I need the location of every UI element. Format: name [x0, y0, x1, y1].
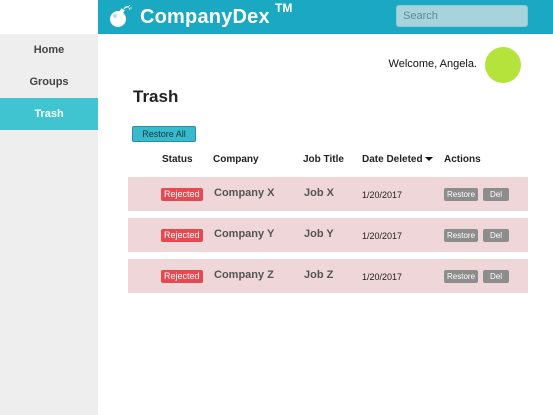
status-badge: Rejected [161, 270, 203, 283]
avatar[interactable] [485, 47, 521, 83]
sidebar-item-label: Groups [29, 76, 69, 88]
delete-button[interactable]: Del [483, 229, 509, 242]
search-input[interactable] [396, 5, 528, 27]
welcome-text: Welcome, Angela. [388, 58, 477, 70]
restore-button[interactable]: Restore [444, 229, 479, 242]
sidebar-item-trash[interactable]: Trash [0, 98, 98, 130]
job-title-cell: Job Y [304, 228, 334, 240]
status-badge: Rejected [161, 188, 203, 201]
column-header-status: Status [162, 154, 193, 165]
job-title-cell: Job X [304, 187, 334, 199]
job-title-cell: Job Z [304, 269, 334, 281]
date-deleted-cell: 1/20/2017 [362, 231, 403, 241]
sidebar-item-home[interactable]: Home [0, 34, 98, 66]
date-deleted-cell: 1/20/2017 [362, 272, 403, 282]
sort-down-icon[interactable] [424, 157, 433, 162]
sidebar: Home Groups Trash [0, 34, 98, 415]
company-cell: Company X [214, 187, 275, 199]
delete-button[interactable]: Del [483, 270, 509, 283]
column-header-label: Date Deleted [362, 154, 423, 165]
table-row: Rejected Company X Job X 1/20/2017 Resto… [128, 177, 528, 211]
page-title: Trash [133, 87, 179, 106]
column-header-job-title: Job Title [303, 154, 344, 165]
date-deleted-cell: 1/20/2017 [362, 190, 403, 200]
sidebar-item-label: Home [33, 44, 65, 56]
sidebar-item-label: Trash [34, 108, 64, 120]
column-header-company: Company [213, 154, 259, 165]
delete-button[interactable]: Del [483, 188, 509, 201]
restore-button[interactable]: Restore [444, 270, 479, 283]
bomb-logo-icon [110, 5, 132, 27]
table-row: Rejected Company Y Job Y 1/20/2017 Resto… [128, 218, 528, 252]
restore-all-button[interactable]: Restore All [132, 126, 196, 142]
company-cell: Company Z [214, 269, 274, 281]
column-header-actions: Actions [444, 154, 481, 165]
company-cell: Company Y [214, 228, 275, 240]
restore-button[interactable]: Restore [444, 188, 479, 201]
brand-name[interactable]: CompanyDex [140, 5, 270, 29]
sidebar-item-groups[interactable]: Groups [0, 66, 98, 98]
column-header-date-deleted[interactable]: Date Deleted [362, 154, 433, 165]
status-badge: Rejected [161, 229, 203, 242]
trademark-mark: TM [275, 1, 293, 15]
table-row: Rejected Company Z Job Z 1/20/2017 Resto… [128, 259, 528, 293]
